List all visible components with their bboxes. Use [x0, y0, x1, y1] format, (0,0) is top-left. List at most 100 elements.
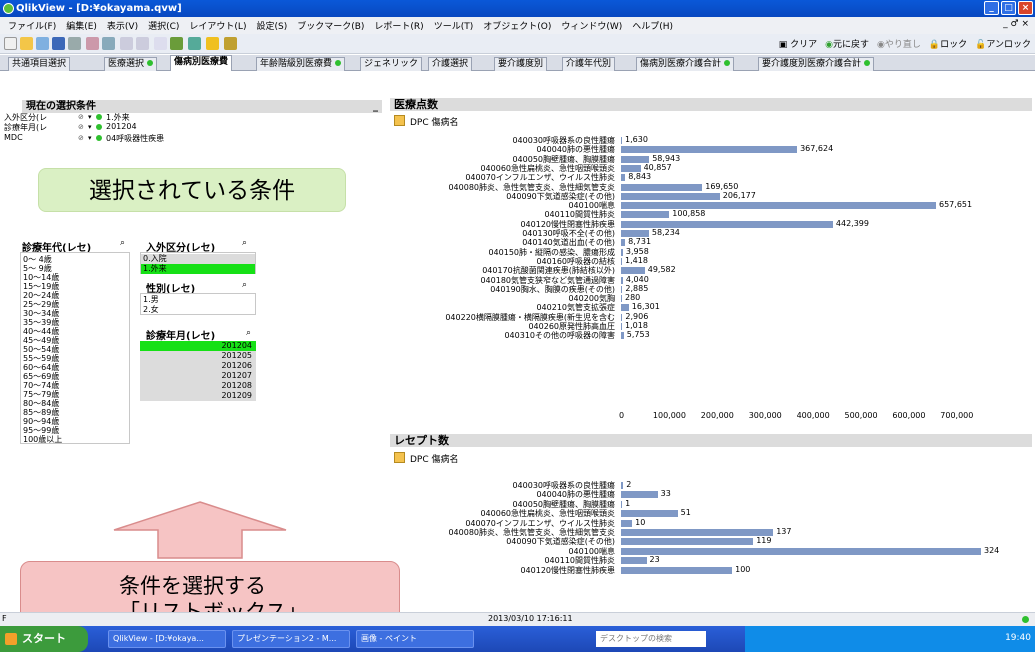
reload-icon[interactable]	[36, 37, 49, 50]
new-file-icon[interactable]	[4, 37, 17, 50]
bar[interactable]	[621, 174, 626, 182]
bar[interactable]	[621, 547, 981, 555]
tab-10[interactable]: 要介護度別医療介護合計	[758, 57, 875, 71]
tab-1[interactable]: 共通項目選択	[8, 57, 71, 71]
bar[interactable]	[621, 230, 649, 237]
list-item[interactable]: 201206	[140, 361, 256, 371]
list-item[interactable]: 100歳以上	[23, 435, 62, 444]
list-item[interactable]: 80～84歳	[23, 399, 59, 408]
list-item[interactable]: 201209	[140, 391, 256, 401]
bar[interactable]	[621, 211, 670, 219]
bar[interactable]	[621, 519, 633, 527]
list-item[interactable]: 5～ 9歳	[23, 264, 52, 273]
list-item[interactable]: 0.入院	[141, 254, 255, 264]
menu-bookmarks[interactable]: ブックマーク(B)	[297, 19, 364, 32]
list-item[interactable]: 1.外来	[141, 264, 255, 274]
desktop-search-input[interactable]: デスクトップの検索	[596, 631, 706, 647]
menu-file[interactable]: ファイル(F)	[8, 19, 56, 32]
list-item[interactable]: 70～74歳	[23, 381, 59, 390]
minimize-object-button[interactable]: _	[373, 100, 378, 113]
tab-9[interactable]: 傷病別医療介護合計	[636, 57, 735, 71]
list-item[interactable]: 90～94歳	[23, 417, 59, 426]
drill-up-icon[interactable]	[394, 115, 405, 126]
menu-selection[interactable]: 選択(C)	[148, 19, 179, 32]
bar[interactable]	[621, 146, 798, 154]
start-button[interactable]: スタート	[0, 626, 88, 652]
menu-window[interactable]: ウィンドウ(W)	[561, 19, 622, 32]
favorite-icon[interactable]	[206, 37, 219, 50]
menu-reports[interactable]: レポート(R)	[374, 19, 423, 32]
minimize-button[interactable]: _	[984, 1, 999, 15]
list-item[interactable]: 50～54歳	[23, 345, 59, 354]
inout-listbox[interactable]: 0.入院 1.外来	[140, 252, 256, 274]
bar[interactable]	[621, 304, 629, 312]
redo-button[interactable]: ◉やり直し	[877, 37, 921, 50]
bar[interactable]	[621, 557, 647, 565]
list-item[interactable]: 55～59歳	[23, 354, 59, 363]
list-item[interactable]: 20～24歳	[23, 291, 59, 300]
list-item[interactable]: 10～14歳	[23, 273, 59, 282]
bar[interactable]	[621, 285, 623, 293]
list-item[interactable]: 201207	[140, 371, 256, 381]
list-item[interactable]: 1.男	[143, 295, 159, 304]
menu-object[interactable]: オブジェクト(O)	[483, 19, 551, 32]
taskbar-qlikview[interactable]: QlikView - [D:¥okaya...	[108, 630, 226, 648]
clear-button[interactable]: ▣ クリア	[779, 37, 817, 50]
maximize-button[interactable]: □	[1001, 1, 1016, 15]
menu-edit[interactable]: 編集(E)	[66, 19, 97, 32]
bar[interactable]	[621, 183, 703, 191]
bar[interactable]	[621, 332, 624, 340]
tab-3[interactable]: 傷病別医療費	[170, 55, 233, 71]
search-icon[interactable]: ⊘	[78, 123, 84, 131]
search-icon[interactable]	[154, 37, 167, 50]
bar[interactable]	[621, 500, 623, 508]
tab-4[interactable]: 年齢階級別医療費	[256, 57, 346, 71]
chart-wizard-icon[interactable]	[188, 37, 201, 50]
month-listbox[interactable]: 201204 201205 201206 201207 201208 201209	[140, 341, 256, 401]
menu-tools[interactable]: ツール(T)	[434, 19, 474, 32]
list-item[interactable]: 25～29歳	[23, 300, 59, 309]
bar[interactable]	[621, 529, 774, 536]
save-icon[interactable]	[52, 37, 65, 50]
bar[interactable]	[621, 220, 833, 228]
menu-view[interactable]: 表示(V)	[107, 19, 138, 32]
menu-help[interactable]: ヘルプ(H)	[632, 19, 673, 32]
menu-layout[interactable]: レイアウト(L)	[189, 19, 246, 32]
mdi-controls[interactable]: _ ♂ ×	[1003, 19, 1029, 29]
copy-icon[interactable]	[102, 37, 115, 50]
bar[interactable]	[621, 313, 623, 321]
tab-8[interactable]: 介護年代別	[562, 57, 616, 71]
list-item[interactable]: 65～69歳	[23, 372, 59, 381]
redo-icon[interactable]	[136, 37, 149, 50]
tab-2[interactable]: 医療選択	[104, 57, 158, 71]
bar[interactable]	[621, 510, 678, 518]
bar[interactable]	[621, 538, 754, 546]
bar[interactable]	[621, 491, 658, 499]
list-item[interactable]: 60～64歳	[23, 363, 59, 372]
list-item[interactable]: 95～99歳	[23, 426, 59, 435]
list-item[interactable]: 30～34歳	[23, 309, 59, 318]
bar[interactable]	[621, 295, 622, 303]
search-icon[interactable]: ⌕	[242, 280, 247, 290]
print-icon[interactable]	[68, 37, 81, 50]
close-button[interactable]: ×	[1018, 1, 1033, 15]
tab-6[interactable]: 介護選択	[428, 57, 473, 71]
taskbar-powerpoint[interactable]: プレゼンテーション2 - M...	[232, 630, 350, 648]
unlock-button[interactable]: 🔓アンロック	[975, 37, 1031, 50]
bar[interactable]	[621, 248, 623, 256]
list-item[interactable]: 85～89歳	[23, 408, 59, 417]
taskbar-paint[interactable]: 画像 - ペイント	[356, 630, 474, 648]
back-button[interactable]: ◉元に戻す	[825, 37, 869, 50]
list-item[interactable]: 40～44歳	[23, 327, 59, 336]
open-folder-icon[interactable]	[20, 37, 33, 50]
sex-listbox[interactable]: 1.男 2.女	[140, 293, 256, 315]
lock-button[interactable]: 🔒ロック	[929, 37, 967, 50]
bar[interactable]	[621, 267, 645, 275]
list-item[interactable]: 201205	[140, 351, 256, 361]
list-item[interactable]: 0～ 4歳	[23, 255, 52, 264]
help-icon[interactable]	[224, 37, 237, 50]
tab-5[interactable]: ジェネリック	[360, 57, 423, 71]
bar[interactable]	[621, 276, 623, 284]
drill-up-icon[interactable]	[394, 452, 405, 463]
search-icon[interactable]: ⌕	[246, 328, 251, 338]
